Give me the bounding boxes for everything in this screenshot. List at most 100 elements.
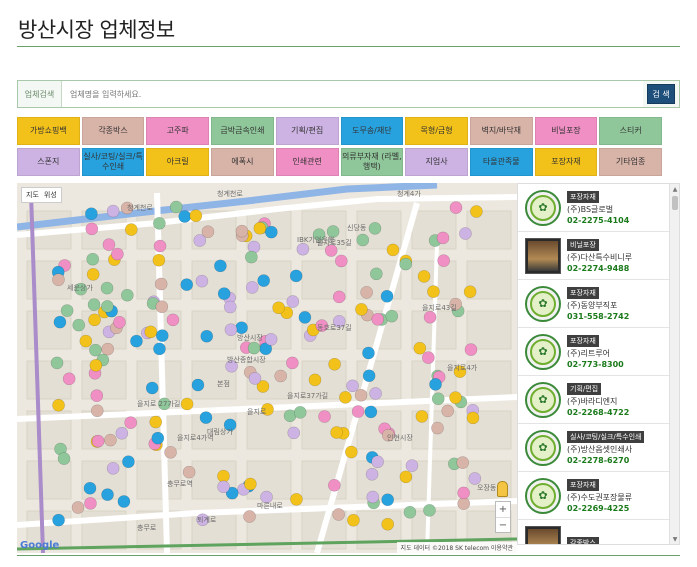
category-button[interactable]: 스티커 — [599, 117, 662, 145]
company-list-item[interactable]: ✿ 실사/코팅/실크/특수인쇄 (주)방산옵셋인쇄사 02-2278-6270 — [518, 424, 669, 472]
map-pin-icon[interactable] — [399, 257, 412, 271]
map-pin-icon[interactable] — [318, 410, 331, 423]
map-pin-icon[interactable] — [121, 288, 134, 302]
map-pin-icon[interactable] — [459, 227, 472, 240]
company-name[interactable]: (주)동양부직포 — [567, 300, 629, 311]
map-pin-icon[interactable] — [371, 455, 384, 468]
map-pin-icon[interactable] — [53, 315, 67, 329]
map-pin-icon[interactable] — [180, 397, 194, 411]
company-name[interactable]: (주)BS글로벌 — [567, 204, 629, 215]
map-pin-icon[interactable] — [456, 456, 469, 469]
map-pin-icon[interactable] — [180, 278, 193, 291]
company-list-item[interactable]: 비닐포장 (주)다산특수비니루 02-2274-9488 — [518, 232, 669, 280]
category-button[interactable]: 포장자재 — [534, 148, 598, 176]
map-pin-icon[interactable] — [335, 254, 348, 268]
map-pin-icon[interactable] — [101, 342, 114, 356]
map-pin-icon[interactable] — [330, 426, 343, 439]
map-pin-icon[interactable] — [243, 510, 256, 523]
map-pin-icon[interactable] — [244, 477, 257, 491]
category-button[interactable]: 가방쇼핑백 — [17, 117, 80, 145]
map-pin-icon[interactable] — [71, 501, 85, 514]
map-pin-icon[interactable] — [52, 513, 65, 527]
map-pin-icon[interactable] — [153, 239, 167, 253]
map-pin-icon[interactable] — [362, 346, 375, 360]
category-button[interactable]: 에폭시 — [211, 148, 274, 176]
scroll-thumb[interactable] — [672, 196, 678, 210]
map-pin-icon[interactable] — [217, 480, 230, 494]
map-pin-icon[interactable] — [57, 452, 71, 465]
map-pin-icon[interactable] — [356, 233, 370, 247]
map-pin-icon[interactable] — [423, 310, 437, 324]
map-pin-icon[interactable] — [253, 222, 267, 235]
map-canvas[interactable] — [17, 183, 517, 553]
map-pin-icon[interactable] — [413, 341, 427, 355]
category-button[interactable]: 아크릴 — [146, 148, 210, 176]
search-button[interactable]: 검 색 — [647, 84, 675, 104]
category-button[interactable]: 의류부자재 (라벨,행택) — [340, 148, 404, 176]
category-button[interactable]: 목형/금형 — [405, 117, 468, 145]
map-pin-icon[interactable] — [463, 285, 477, 298]
zoom-out-button[interactable]: − — [496, 517, 510, 532]
map-pin-icon[interactable] — [235, 321, 248, 334]
map-pin-icon[interactable] — [117, 495, 131, 508]
category-button[interactable]: 각종박스 — [81, 117, 145, 145]
map-pin-icon[interactable] — [62, 372, 76, 386]
map-pin-icon[interactable] — [102, 238, 116, 251]
map-pin-icon[interactable] — [298, 311, 312, 324]
company-list-item[interactable]: 각종박스 — [518, 520, 669, 544]
map-pin-icon[interactable] — [193, 234, 207, 247]
map-pin-icon[interactable] — [345, 445, 358, 459]
map-pin-icon[interactable] — [52, 399, 65, 412]
map-pin-icon[interactable] — [272, 301, 285, 315]
map-pin-icon[interactable] — [339, 391, 352, 404]
map-pin-icon[interactable] — [191, 378, 205, 392]
map-type-satellite[interactable]: 위성 — [44, 190, 57, 200]
map-pin-icon[interactable] — [151, 431, 165, 445]
map-pin-icon[interactable] — [264, 333, 278, 346]
map-pin-icon[interactable] — [248, 372, 262, 385]
map-pin-icon[interactable] — [200, 329, 213, 343]
company-name[interactable]: (주)리트루어 — [567, 348, 624, 359]
street-view-pegman-icon[interactable] — [497, 481, 508, 497]
map-pin-icon[interactable] — [431, 421, 444, 435]
map-pin-icon[interactable] — [380, 290, 394, 303]
map-pin-icon[interactable] — [423, 504, 436, 517]
map-pin-icon[interactable] — [265, 225, 278, 239]
company-list[interactable]: ✿ 포장자재 (주)BS글로벌 02-2275-4104 비닐포장 (주)다산특수비니루 0… — [517, 183, 680, 545]
map-pin-icon[interactable] — [436, 231, 450, 245]
map-pin-icon[interactable] — [152, 253, 166, 267]
map-pin-icon[interactable] — [370, 267, 383, 281]
map-pin-icon[interactable] — [101, 300, 114, 313]
search-input[interactable] — [62, 81, 643, 107]
map-pin-icon[interactable] — [360, 286, 373, 299]
category-button[interactable]: 비닐포장 — [534, 117, 598, 145]
map-pin-icon[interactable] — [86, 252, 99, 266]
category-button[interactable]: 기타업종 — [599, 148, 662, 176]
map-pin-icon[interactable] — [417, 270, 431, 283]
scroll-down-icon[interactable]: ▼ — [670, 534, 679, 544]
map-pin-icon[interactable] — [293, 406, 307, 419]
map-pin-icon[interactable] — [290, 493, 303, 506]
map-pin-icon[interactable] — [189, 209, 203, 223]
map-pin-icon[interactable] — [247, 341, 261, 355]
map-pin-icon[interactable] — [113, 316, 126, 329]
map-pin-icon[interactable] — [90, 389, 104, 402]
map-pin-icon[interactable] — [328, 357, 341, 371]
map-pin-icon[interactable] — [224, 323, 238, 336]
map-pin-icon[interactable] — [371, 313, 384, 326]
map-pin-icon[interactable] — [286, 356, 299, 370]
map-pin-icon[interactable] — [52, 273, 65, 287]
scroll-up-icon[interactable]: ▲ — [670, 184, 679, 194]
map-pin-icon[interactable] — [164, 446, 177, 459]
map-pin-icon[interactable] — [91, 404, 104, 418]
map-pin-icon[interactable] — [149, 415, 162, 429]
map-pin-icon[interactable] — [328, 479, 341, 492]
map-pin-icon[interactable] — [100, 281, 114, 295]
map-pin-icon[interactable] — [85, 222, 99, 236]
map-pin-icon[interactable] — [364, 405, 378, 419]
map-pin-icon[interactable] — [83, 481, 97, 495]
map-pin-icon[interactable] — [287, 426, 301, 440]
map-pin-icon[interactable] — [245, 250, 258, 264]
map-pin-icon[interactable] — [85, 207, 98, 220]
map-pin-icon[interactable] — [422, 351, 435, 364]
